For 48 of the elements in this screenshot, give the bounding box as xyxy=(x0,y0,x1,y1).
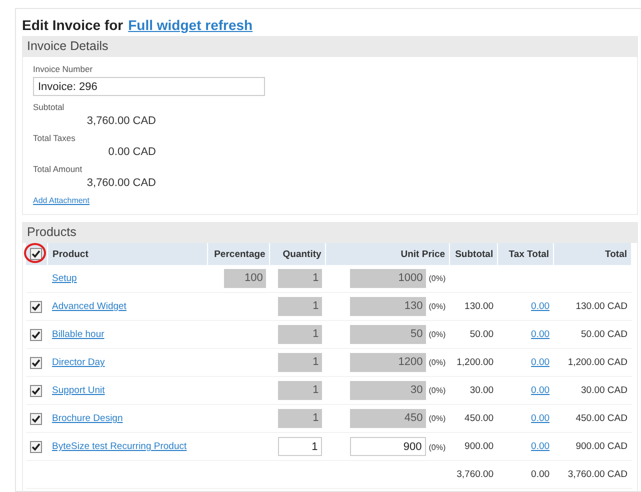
field-label: Total Taxes xyxy=(33,133,76,143)
column-header: Total xyxy=(554,243,632,265)
subtotal-cell: 3,760.00 xyxy=(456,469,494,480)
field-label: Total Amount xyxy=(33,164,84,174)
field-value: 3,760.00 CAD xyxy=(86,115,156,127)
total-cell: 130.00 CAD xyxy=(576,301,628,312)
column-header: Subtotal xyxy=(450,243,498,265)
tax-rate: (0%) xyxy=(428,386,446,395)
field-label: Invoice Number xyxy=(33,64,94,74)
section-header: Products xyxy=(22,222,638,243)
tax-total-cell: 0.00 xyxy=(531,469,550,480)
total-cell: 3,760.00 CAD xyxy=(568,469,628,480)
quantity-field[interactable]: 1 xyxy=(278,437,322,456)
subtotal-cell: 30.00 xyxy=(470,385,494,396)
checkbox[interactable] xyxy=(30,248,42,260)
column-header: Tax Total xyxy=(498,243,554,265)
column-header: Product xyxy=(48,243,208,265)
total-cell: 50.00 CAD xyxy=(581,329,628,340)
section-header: Invoice Details xyxy=(22,36,638,57)
product-link[interactable]: ByteSize test Recurring Product xyxy=(52,441,187,452)
field-value: 3,760.00 CAD xyxy=(86,177,156,189)
total-cell: 450.00 CAD xyxy=(576,413,628,424)
total-cell: 1,200.00 CAD xyxy=(568,357,628,368)
subtotal-cell: 50.00 xyxy=(470,329,494,340)
subtotal-cell: 1,200.00 xyxy=(456,357,494,368)
add-attachment-link[interactable]: Add Attachment xyxy=(33,196,90,205)
tax-rate: (0%) xyxy=(428,330,446,339)
tax-rate: (0%) xyxy=(428,443,446,452)
subtotal-cell: 900.00 xyxy=(464,441,494,452)
tax-total-link[interactable]: 0.00 xyxy=(531,441,550,452)
subtotal-cell: 130.00 xyxy=(464,301,494,312)
column-header: Percentage xyxy=(208,243,270,265)
column-header: Quantity xyxy=(270,243,326,265)
page-title: Edit Invoice for xyxy=(22,17,124,33)
field-label: Subtotal xyxy=(33,102,66,112)
checkbox[interactable] xyxy=(30,440,42,452)
invoice-number-field[interactable]: Invoice: 296 xyxy=(33,77,265,96)
tax-rate: (0%) xyxy=(428,414,446,423)
field-value: 0.00 CAD xyxy=(107,146,156,158)
tax-rate: (0%) xyxy=(428,274,446,283)
tax-rate: (0%) xyxy=(428,302,446,311)
column-header: Unit Price xyxy=(326,243,450,265)
subtotal-cell: 450.00 xyxy=(464,413,494,424)
total-cell: 900.00 CAD xyxy=(576,441,628,452)
unit-price-field[interactable]: 900 xyxy=(350,437,426,456)
total-cell: 30.00 CAD xyxy=(581,385,628,396)
customer-link[interactable]: Full widget refresh xyxy=(128,17,253,33)
tax-rate: (0%) xyxy=(428,358,446,367)
